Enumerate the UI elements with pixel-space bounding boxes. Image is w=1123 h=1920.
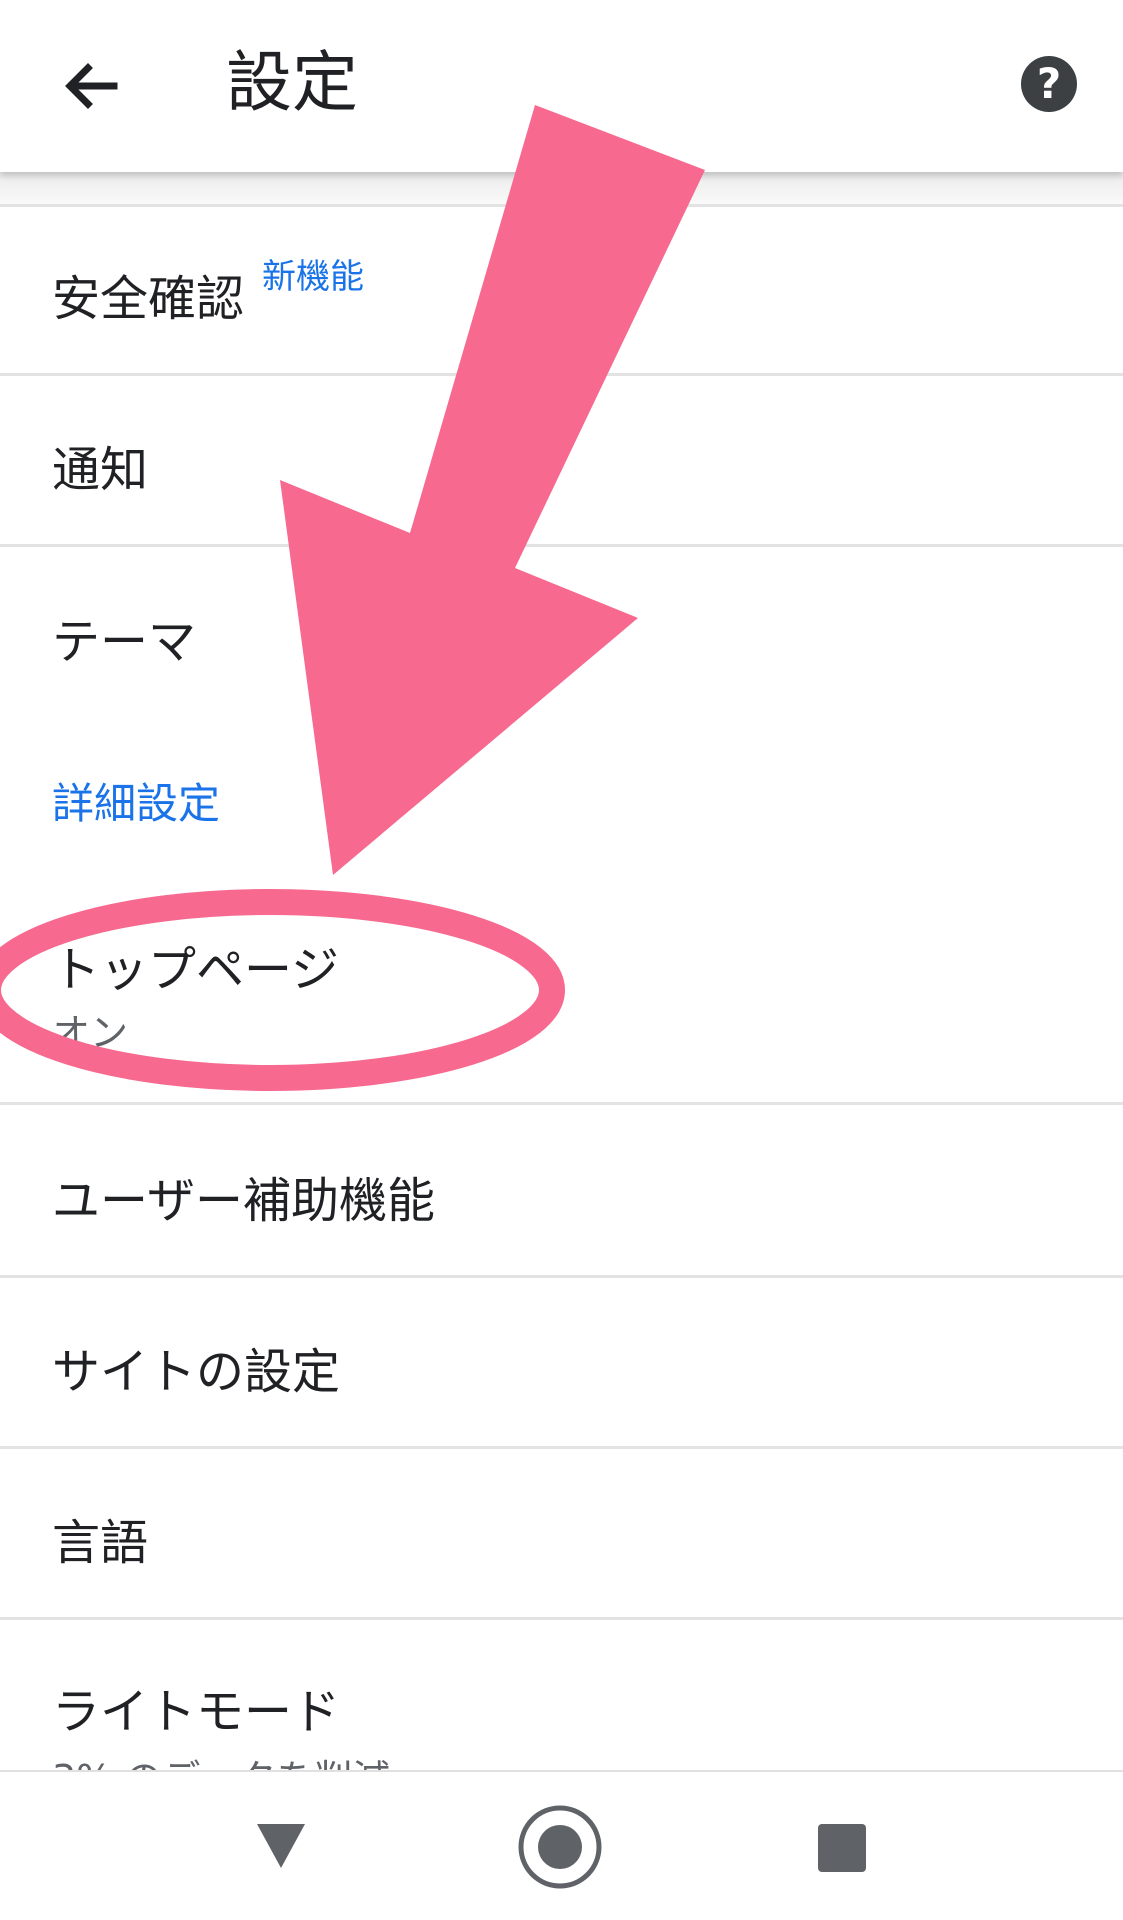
setting-site-settings[interactable]: サイトの設定 [0, 1278, 1123, 1446]
circle-home-icon [518, 1805, 602, 1889]
help-button[interactable]: ? [1021, 56, 1077, 112]
setting-lite-mode[interactable]: ライトモード 3% のデータを削減 [0, 1620, 1123, 1770]
nav-back-button[interactable] [255, 1822, 307, 1870]
setting-label: ライトモード [52, 1684, 341, 1740]
arrow-back-icon [65, 63, 118, 109]
help-icon: ? [1036, 59, 1062, 108]
setting-safety-check[interactable]: 安全確認 新機能 [0, 207, 1123, 373]
page-title: 設定 [226, 44, 358, 121]
nav-recents-button[interactable] [818, 1824, 866, 1872]
setting-notifications[interactable]: 通知 [0, 376, 1123, 544]
setting-status: 3% のデータを削減 [52, 1748, 390, 1770]
scroll-shadow [0, 172, 1123, 206]
settings-screen: 設定 ? 安全確認 新機能 通知 テーマ 詳細設定 トップページ オン ユーザー… [0, 0, 1123, 1920]
back-button[interactable] [52, 46, 132, 126]
nav-home-button[interactable] [517, 1804, 603, 1890]
setting-status: オン [52, 1011, 129, 1055]
setting-label: トップページ [52, 942, 340, 998]
setting-label: サイトの設定 [52, 1344, 341, 1400]
app-bar: 設定 ? [0, 0, 1123, 172]
setting-label: ユーザー補助機能 [52, 1173, 436, 1229]
section-header-advanced: 詳細設定 [52, 779, 221, 828]
setting-theme[interactable]: テーマ [0, 547, 1123, 702]
setting-label: 安全確認 [52, 271, 245, 327]
new-feature-badge: 新機能 [262, 257, 364, 297]
system-nav-bar [0, 1770, 1123, 1920]
triangle-back-icon [257, 1824, 305, 1868]
setting-label: 言語 [52, 1515, 149, 1571]
setting-languages[interactable]: 言語 [0, 1449, 1123, 1617]
setting-accessibility[interactable]: ユーザー補助機能 [0, 1105, 1123, 1275]
setting-homepage[interactable]: トップページ オン [0, 880, 1123, 1102]
setting-label: 通知 [52, 442, 149, 498]
setting-label: テーマ [52, 614, 197, 670]
